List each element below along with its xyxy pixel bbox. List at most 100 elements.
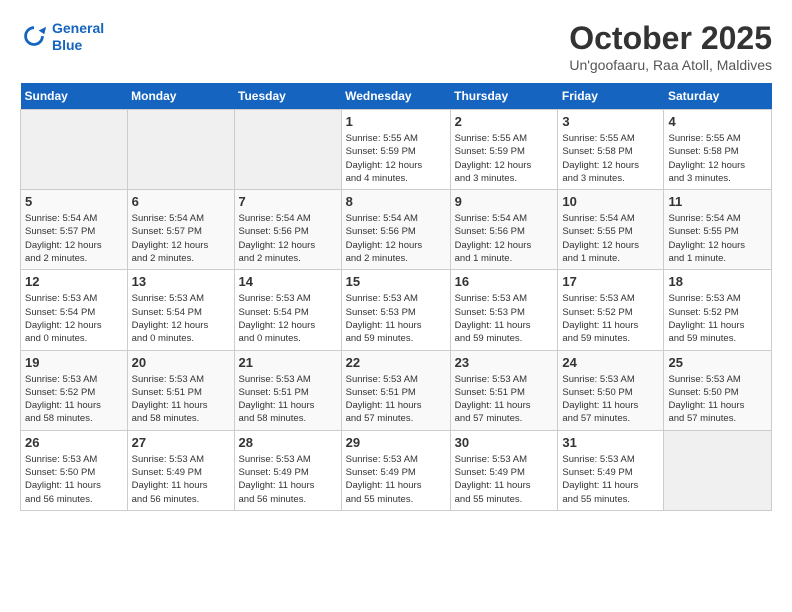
- day-number: 28: [239, 435, 337, 450]
- day-cell: 30Sunrise: 5:53 AM Sunset: 5:49 PM Dayli…: [450, 430, 558, 510]
- day-cell: 1 Sunrise: 5:55 AM Sunset: 5:59 PM Daylig…: [341, 110, 450, 190]
- day-info: Sunrise: 5:53 AM Sunset: 5:49 PM Dayligh…: [455, 453, 554, 506]
- day-info: Sunrise: 5:53 AM Sunset: 5:49 PM Dayligh…: [132, 453, 230, 506]
- day-info: Sunrise: 5:54 AM Sunset: 5:55 PM Dayligh…: [668, 212, 767, 265]
- day-number: 18: [668, 274, 767, 289]
- day-info: Sunrise: 5:53 AM Sunset: 5:54 PM Dayligh…: [239, 292, 337, 345]
- day-number: 20: [132, 355, 230, 370]
- day-cell: 22 Sunrise: 5:53 AM Sunset: 5:51 PM Dayli…: [341, 350, 450, 430]
- day-cell: [127, 110, 234, 190]
- logo-line1: General: [52, 20, 104, 36]
- day-info: Sunrise: 5:53 AM Sunset: 5:51 PM Dayligh…: [455, 373, 554, 426]
- day-info: Sunrise: 5:53 AM Sunset: 5:49 PM Dayligh…: [346, 453, 446, 506]
- day-cell: 21 Sunrise: 5:53 AM Sunset: 5:51 PM Dayli…: [234, 350, 341, 430]
- day-info: Sunrise: 5:53 AM Sunset: 5:51 PM Dayligh…: [239, 373, 337, 426]
- day-number: 17: [562, 274, 659, 289]
- day-cell: 26 Sunrise: 5:53 AM Sunset: 5:50 PM Dayli…: [21, 430, 128, 510]
- day-number: 6: [132, 194, 230, 209]
- day-info: Sunrise: 5:53 AM Sunset: 5:51 PM Dayligh…: [346, 373, 446, 426]
- day-info: Sunrise: 5:53 AM Sunset: 5:52 PM Dayligh…: [562, 292, 659, 345]
- day-number: 11: [668, 194, 767, 209]
- day-number: 8: [346, 194, 446, 209]
- day-info: Sunrise: 5:53 AM Sunset: 5:51 PM Dayligh…: [132, 373, 230, 426]
- day-cell: 15Sunrise: 5:53 AM Sunset: 5:53 PM Dayli…: [341, 270, 450, 350]
- day-cell: 7 Sunrise: 5:54 AM Sunset: 5:56 PM Daylig…: [234, 190, 341, 270]
- day-cell: [21, 110, 128, 190]
- day-cell: 3 Sunrise: 5:55 AM Sunset: 5:58 PM Daylig…: [558, 110, 664, 190]
- week-row-2: 5 Sunrise: 5:54 AM Sunset: 5:57 PM Daylig…: [21, 190, 772, 270]
- day-number: 29: [346, 435, 446, 450]
- day-number: 7: [239, 194, 337, 209]
- day-info: Sunrise: 5:54 AM Sunset: 5:55 PM Dayligh…: [562, 212, 659, 265]
- day-number: 24: [562, 355, 659, 370]
- header-cell-thursday: Thursday: [450, 83, 558, 110]
- day-cell: 28 Sunrise: 5:53 AM Sunset: 5:49 PM Dayli…: [234, 430, 341, 510]
- day-info: Sunrise: 5:55 AM Sunset: 5:58 PM Dayligh…: [668, 132, 767, 185]
- day-number: 19: [25, 355, 123, 370]
- day-number: 23: [455, 355, 554, 370]
- week-row-1: 1 Sunrise: 5:55 AM Sunset: 5:59 PM Daylig…: [21, 110, 772, 190]
- day-number: 1: [346, 114, 446, 129]
- day-cell: [664, 430, 772, 510]
- day-number: 2: [455, 114, 554, 129]
- day-number: 21: [239, 355, 337, 370]
- day-cell: 31 Sunrise: 5:53 AM Sunset: 5:49 PM Dayli…: [558, 430, 664, 510]
- day-info: Sunrise: 5:54 AM Sunset: 5:57 PM Dayligh…: [132, 212, 230, 265]
- day-cell: 19 Sunrise: 5:53 AM Sunset: 5:52 PM Dayli…: [21, 350, 128, 430]
- day-info: Sunrise: 5:53 AM Sunset: 5:52 PM Dayligh…: [25, 373, 123, 426]
- day-number: 27: [132, 435, 230, 450]
- day-cell: 8 Sunrise: 5:54 AM Sunset: 5:56 PM Daylig…: [341, 190, 450, 270]
- logo-line2: Blue: [52, 37, 82, 53]
- day-info: Sunrise: 5:54 AM Sunset: 5:57 PM Dayligh…: [25, 212, 123, 265]
- day-number: 26: [25, 435, 123, 450]
- day-cell: 11 Sunrise: 5:54 AM Sunset: 5:55 PM Dayli…: [664, 190, 772, 270]
- day-info: Sunrise: 5:55 AM Sunset: 5:59 PM Dayligh…: [455, 132, 554, 185]
- day-number: 22: [346, 355, 446, 370]
- day-info: Sunrise: 5:53 AM Sunset: 5:52 PM Dayligh…: [668, 292, 767, 345]
- day-cell: 17 Sunrise: 5:53 AM Sunset: 5:52 PM Dayli…: [558, 270, 664, 350]
- day-info: Sunrise: 5:53 AM Sunset: 5:50 PM Dayligh…: [25, 453, 123, 506]
- day-cell: 29 Sunrise: 5:53 AM Sunset: 5:49 PM Dayli…: [341, 430, 450, 510]
- header-cell-sunday: Sunday: [21, 83, 128, 110]
- day-info: Sunrise: 5:54 AM Sunset: 5:56 PM Dayligh…: [346, 212, 446, 265]
- header: General Blue October 2025 Un'goofaaru, R…: [20, 20, 772, 73]
- day-number: 9: [455, 194, 554, 209]
- day-cell: 12Sunrise: 5:53 AM Sunset: 5:54 PM Dayli…: [21, 270, 128, 350]
- day-number: 10: [562, 194, 659, 209]
- day-cell: 6 Sunrise: 5:54 AM Sunset: 5:57 PM Daylig…: [127, 190, 234, 270]
- day-cell: 10 Sunrise: 5:54 AM Sunset: 5:55 PM Dayli…: [558, 190, 664, 270]
- day-number: 13: [132, 274, 230, 289]
- header-cell-tuesday: Tuesday: [234, 83, 341, 110]
- day-info: Sunrise: 5:53 AM Sunset: 5:49 PM Dayligh…: [239, 453, 337, 506]
- day-cell: [234, 110, 341, 190]
- day-info: Sunrise: 5:54 AM Sunset: 5:56 PM Dayligh…: [455, 212, 554, 265]
- calendar-table: SundayMondayTuesdayWednesdayThursdayFrid…: [20, 83, 772, 511]
- day-number: 15: [346, 274, 446, 289]
- day-number: 16: [455, 274, 554, 289]
- day-cell: 18 Sunrise: 5:53 AM Sunset: 5:52 PM Dayli…: [664, 270, 772, 350]
- day-info: Sunrise: 5:55 AM Sunset: 5:58 PM Dayligh…: [562, 132, 659, 185]
- day-info: Sunrise: 5:53 AM Sunset: 5:49 PM Dayligh…: [562, 453, 659, 506]
- day-cell: 16Sunrise: 5:53 AM Sunset: 5:53 PM Dayli…: [450, 270, 558, 350]
- day-cell: 5 Sunrise: 5:54 AM Sunset: 5:57 PM Daylig…: [21, 190, 128, 270]
- day-number: 12: [25, 274, 123, 289]
- logo: General Blue: [20, 20, 104, 54]
- day-cell: 24 Sunrise: 5:53 AM Sunset: 5:50 PM Dayli…: [558, 350, 664, 430]
- header-cell-wednesday: Wednesday: [341, 83, 450, 110]
- day-number: 31: [562, 435, 659, 450]
- subtitle: Un'goofaaru, Raa Atoll, Maldives: [569, 57, 772, 73]
- day-number: 3: [562, 114, 659, 129]
- day-info: Sunrise: 5:53 AM Sunset: 5:50 PM Dayligh…: [562, 373, 659, 426]
- title-area: October 2025 Un'goofaaru, Raa Atoll, Mal…: [569, 20, 772, 73]
- day-info: Sunrise: 5:53 AM Sunset: 5:50 PM Dayligh…: [668, 373, 767, 426]
- day-number: 4: [668, 114, 767, 129]
- week-row-3: 12 Sunrise: 5:53 AM Sunset: 5:54 PM Dayli…: [21, 270, 772, 350]
- day-info: Sunrise: 5:54 AM Sunset: 5:56 PM Dayligh…: [239, 212, 337, 265]
- day-cell: 9 Sunrise: 5:54 AM Sunset: 5:56 PM Daylig…: [450, 190, 558, 270]
- day-number: 5: [25, 194, 123, 209]
- day-info: Sunrise: 5:55 AM Sunset: 5:59 PM Dayligh…: [346, 132, 446, 185]
- header-cell-monday: Monday: [127, 83, 234, 110]
- header-cell-friday: Friday: [558, 83, 664, 110]
- day-number: 14: [239, 274, 337, 289]
- day-cell: 14 Sunrise: 5:53 AM Sunset: 5:54 PM Dayli…: [234, 270, 341, 350]
